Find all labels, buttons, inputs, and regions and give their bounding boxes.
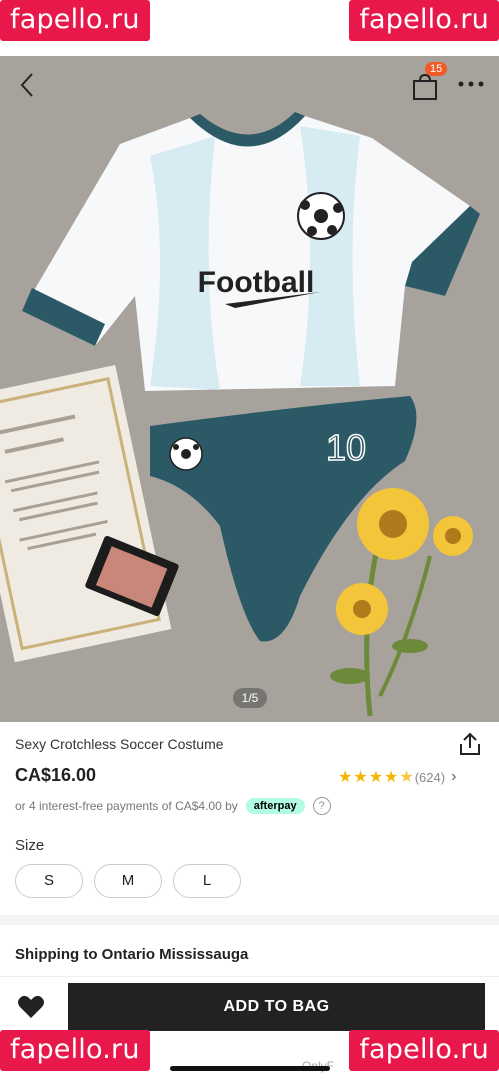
share-button[interactable]: [456, 730, 484, 758]
review-count: (624): [414, 769, 446, 785]
product-title: Sexy Crotchless Soccer Costume: [15, 736, 224, 752]
wishlist-button[interactable]: [14, 990, 48, 1024]
shopping-bag-icon: [413, 73, 437, 100]
star-icon: ★: [353, 769, 368, 786]
help-icon[interactable]: ?: [312, 797, 331, 815]
cart-count-badge: 15: [425, 62, 448, 76]
installments-text: or 4 interest-free payments of CA$4.00 b…: [15, 799, 238, 813]
size-option-s[interactable]: S: [15, 864, 83, 898]
chevron-right-icon: ›: [451, 768, 457, 785]
product-photo-illustration: Football 10: [0, 56, 499, 722]
afterpay-info: or 4 interest-free payments of CA$4.00 b…: [15, 797, 331, 815]
half-star-icon: ★: [399, 769, 414, 786]
watermark-bottom-left: fapello.ru: [0, 1030, 150, 1071]
size-option-m[interactable]: M: [94, 864, 162, 898]
more-options-button[interactable]: [456, 72, 486, 96]
more-dots-icon: [458, 81, 484, 87]
watermark-bottom-right: fapello.ru: [349, 1030, 499, 1071]
size-option-l[interactable]: L: [173, 864, 241, 898]
section-divider: [0, 915, 499, 925]
image-pager: 1/5: [233, 688, 267, 708]
shipping-destination[interactable]: Shipping to Ontario Mississauga: [15, 946, 248, 963]
divider: [0, 976, 499, 977]
add-to-bag-button[interactable]: ADD TO BAG: [68, 983, 485, 1031]
number-text: 10: [326, 427, 366, 468]
watermark-top-right: fapello.ru: [349, 0, 499, 41]
jersey-text: Football: [198, 266, 315, 299]
share-icon: [460, 732, 480, 755]
star-icon: ★: [338, 769, 353, 786]
back-button[interactable]: [12, 70, 42, 100]
product-price: CA$16.00: [15, 765, 97, 785]
rating-summary[interactable]: ★ ★ ★ ★ ★ (624) ›: [338, 767, 456, 787]
star-icon: ★: [368, 769, 384, 786]
chevron-left-icon: [20, 73, 33, 97]
home-indicator: [170, 1066, 330, 1071]
product-image[interactable]: Football 10: [0, 56, 499, 722]
watermark-top-left: fapello.ru: [0, 0, 150, 41]
star-icon: ★: [384, 769, 399, 786]
heart-icon: [18, 995, 44, 1018]
afterpay-logo: afterpay: [245, 798, 305, 814]
size-label: Size: [15, 837, 45, 854]
